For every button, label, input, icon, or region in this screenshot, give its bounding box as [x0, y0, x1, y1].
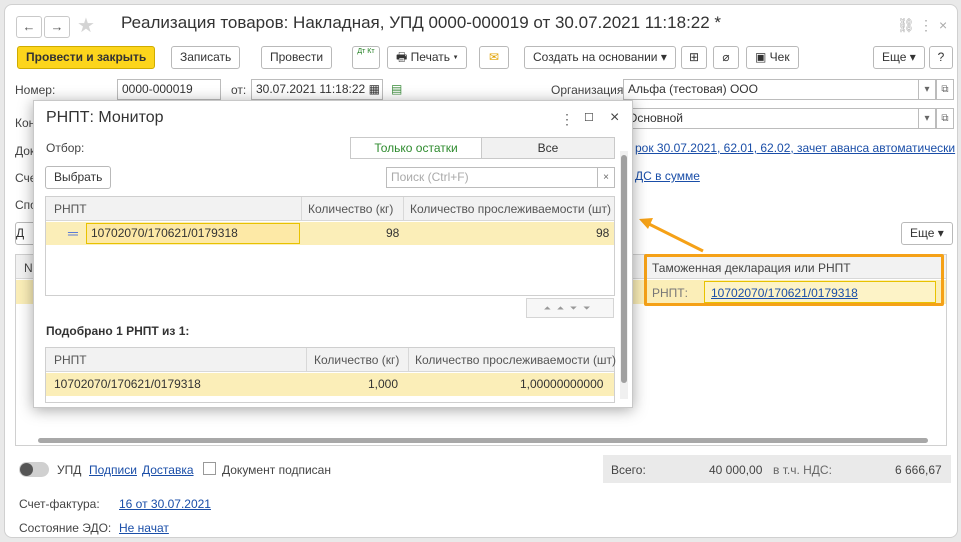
print-button[interactable]: 🖶 Печать ▾: [387, 46, 467, 69]
vat-total-label: в т.ч. НДС:: [773, 463, 832, 477]
vat-link[interactable]: ДС в сумме: [635, 169, 700, 183]
rnpt-monitor-dialog: РНПТ: Монитор ⋮ ☐ × Отбор: Только остатк…: [33, 100, 633, 408]
close-icon[interactable]: ×: [939, 17, 947, 33]
selected-rnpt-header: РНПТ Количество (кг) Количество прослежи…: [46, 348, 617, 372]
signatures-link[interactable]: Подписи: [89, 463, 137, 477]
goods-table-n-header: N: [24, 261, 33, 275]
dialog-vertical-scrollbar[interactable]: [620, 151, 628, 399]
help-button[interactable]: ?: [929, 46, 953, 69]
printer-icon: 🖶: [396, 50, 411, 64]
favorite-star-icon[interactable]: ★: [77, 13, 95, 38]
forward-button[interactable]: →: [44, 16, 70, 38]
horizontal-scroll-thumb[interactable]: [38, 438, 928, 443]
organization-label: Организация:: [551, 83, 627, 97]
selected-caption: Подобрано 1 РНПТ из 1:: [46, 324, 190, 338]
qty-kg-value: 98: [386, 226, 400, 240]
row-move-buttons[interactable]: ⏶⏶⏷⏷: [526, 298, 614, 318]
horizontal-scrollbar[interactable]: [16, 435, 946, 445]
kebab-menu-icon[interactable]: ⋮: [919, 17, 933, 34]
contract-field[interactable]: Основной: [623, 108, 919, 129]
signed-checkbox[interactable]: [203, 462, 216, 475]
contract-open-icon[interactable]: ⧉: [936, 108, 954, 129]
col-qty-trace-header: Количество прослеживаемости (шт): [410, 202, 612, 216]
save-button[interactable]: Записать: [171, 46, 241, 69]
rnpt-list-header: РНПТ Количество (кг) Количество прослежи…: [46, 197, 614, 221]
filter-all-tab[interactable]: Все: [481, 137, 615, 159]
dialog-menu-icon[interactable]: ⋮: [560, 111, 574, 128]
number-label: Номер:: [15, 83, 56, 97]
select-button[interactable]: Выбрать: [45, 166, 112, 189]
sel-qty-kg-value: 1,000: [368, 377, 399, 391]
filter-only-balances-tab[interactable]: Только остатки: [350, 137, 482, 159]
col-qty-kg-header: Количество (кг): [308, 202, 394, 216]
edo-state-label: Состояние ЭДО:: [19, 521, 112, 535]
sel-col-qty-kg-header: Количество (кг): [314, 353, 400, 367]
selected-rnpt-row[interactable]: 10702070/170621/0179318 1,000 1,00000000…: [46, 373, 614, 396]
table-more-button[interactable]: Еще ▾: [901, 222, 953, 245]
dialog-title: РНПТ: Монитор: [46, 109, 164, 126]
invoice-link[interactable]: 16 от 30.07.2021: [119, 497, 211, 511]
total-value: 40 000,00: [709, 463, 763, 477]
delivery-link[interactable]: Доставка: [142, 463, 194, 477]
highlight-frame: [644, 254, 944, 306]
upd-toggle-knob: [20, 463, 33, 476]
organization-field[interactable]: Альфа (тестовая) ООО: [623, 79, 919, 100]
create-based-on-button[interactable]: Создать на основании ▾: [524, 46, 676, 69]
link-icon[interactable]: ⛓: [897, 17, 915, 34]
back-button[interactable]: ←: [16, 16, 42, 38]
number-field[interactable]: 0000-000019: [117, 79, 221, 100]
payment-terms-link[interactable]: рок 30.07.2021, 62.01, 62.02, зачет аван…: [635, 141, 955, 155]
invoice-label: Счет-фактура:: [19, 497, 100, 511]
search-input[interactable]: Поиск (Ctrl+F): [386, 167, 598, 188]
col-rnpt-header: РНПТ: [54, 202, 87, 216]
filter-label: Отбор:: [46, 141, 85, 155]
selected-rnpt-table: РНПТ Количество (кг) Количество прослежи…: [45, 347, 617, 403]
qty-trace-value: 98: [596, 226, 610, 240]
arrow-right-icon: →: [50, 19, 64, 34]
post-and-close-button[interactable]: Провести и закрыть: [17, 46, 156, 69]
sel-qty-trace-value: 1,00000000000: [520, 377, 604, 391]
sel-rnpt-value: 10702070/170621/0179318: [54, 377, 201, 391]
title-bar: ← → ★ Реализация товаров: Накладная, УПД…: [5, 5, 957, 43]
dialog-scroll-thumb[interactable]: [621, 155, 627, 383]
row-marker-icon: ═: [68, 225, 78, 241]
rnpt-list-table: РНПТ Количество (кг) Количество прослежи…: [45, 196, 615, 296]
rnpt-list-row[interactable]: ═ 10702070/170621/0179318 98 98: [46, 222, 614, 245]
dtkt-icon[interactable]: Дт Кт: [352, 46, 380, 69]
attachment-icon[interactable]: ⌀: [713, 46, 739, 69]
maximize-icon[interactable]: ☐: [584, 111, 594, 124]
arrow-left-icon: ←: [22, 19, 36, 34]
sel-col-rnpt-header: РНПТ: [54, 353, 87, 367]
upd-label: УПД: [57, 463, 82, 477]
post-button[interactable]: Провести: [261, 46, 333, 69]
date-field[interactable]: 30.07.2021 11:18:22 ▦: [251, 79, 383, 100]
vat-total-value: 6 666,67: [895, 463, 942, 477]
cash-register-icon: ▣: [755, 50, 770, 64]
search-clear-icon[interactable]: ×: [597, 167, 615, 188]
total-label: Всего:: [611, 463, 646, 477]
receipt-button[interactable]: ▣ Чек: [746, 46, 799, 69]
calendar-icon[interactable]: ▦: [369, 82, 380, 96]
more-button[interactable]: Еще ▾: [873, 46, 925, 69]
date-label: от:: [231, 83, 247, 97]
sel-col-qty-trace-header: Количество прослеживаемости (шт): [415, 353, 617, 367]
organization-dropdown[interactable]: ▾: [918, 79, 936, 100]
mail-icon[interactable]: ✉: [479, 46, 509, 69]
contract-dropdown[interactable]: ▾: [918, 108, 936, 129]
check-document-icon[interactable]: ▤: [391, 82, 402, 96]
structure-icon[interactable]: ⊞: [681, 46, 707, 69]
document-title: Реализация товаров: Накладная, УПД 0000-…: [121, 13, 722, 32]
dialog-close-icon[interactable]: ×: [610, 109, 619, 127]
signed-label: Документ подписан: [222, 463, 331, 477]
upd-toggle[interactable]: [19, 462, 49, 477]
pointer-arrow-icon: [639, 218, 704, 253]
organization-open-icon[interactable]: ⧉: [936, 79, 954, 100]
rnpt-value: 10702070/170621/0179318: [91, 226, 238, 240]
edo-state-link[interactable]: Не начат: [119, 521, 169, 535]
